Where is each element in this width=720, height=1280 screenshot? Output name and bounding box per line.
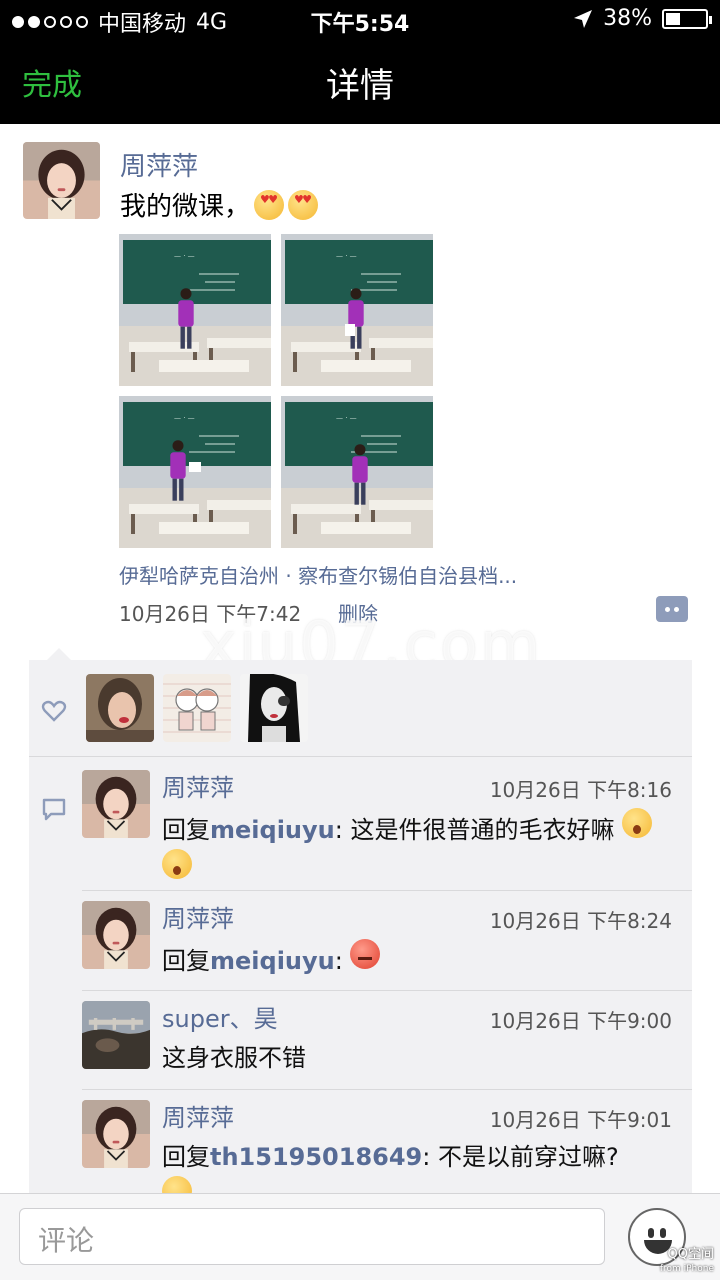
post-text: 我的微课， bbox=[120, 186, 319, 223]
heart-eyes-emoji-icon bbox=[288, 189, 319, 220]
liker-avatar[interactable] bbox=[163, 674, 231, 742]
page-title: 详情 bbox=[326, 66, 394, 106]
post-text-body: 我的微课， bbox=[120, 192, 251, 222]
liker-avatar[interactable] bbox=[240, 674, 308, 742]
reply-target[interactable]: th15195018649 bbox=[210, 1143, 422, 1171]
commenter-avatar[interactable] bbox=[82, 1001, 150, 1069]
comment-item[interactable]: 周萍萍 10月26日 下午9:01 回复th15195018649: 不是以前穿… bbox=[82, 1090, 692, 1206]
comment-item[interactable]: super、昊 10月26日 下午9:00 这身衣服不错 bbox=[82, 991, 692, 1090]
battery-percent: 38% bbox=[603, 6, 652, 31]
qq-zone-watermark: QQ空间 from iPhone bbox=[660, 1248, 714, 1276]
comment-body: : bbox=[334, 947, 351, 975]
comment-body: 这身衣服不错 bbox=[162, 1044, 306, 1072]
comment-input[interactable]: 评论 bbox=[19, 1208, 605, 1265]
location-arrow-icon bbox=[574, 9, 593, 28]
navigation-bar: 完成 详情 bbox=[0, 40, 720, 124]
commenter-avatar[interactable] bbox=[82, 901, 150, 969]
angry-emoji-icon bbox=[350, 939, 381, 969]
commenter-name[interactable]: 周萍萍 bbox=[162, 899, 234, 934]
reply-prefix: 回复 bbox=[162, 816, 210, 844]
comment-action-icon[interactable] bbox=[656, 596, 688, 622]
status-bar: 中国移动 4G 下午5:54 38% bbox=[0, 0, 720, 40]
heart-eyes-emoji-icon bbox=[254, 189, 285, 220]
comment-time: 10月26日 下午9:01 bbox=[489, 1108, 672, 1132]
battery-icon bbox=[662, 8, 712, 29]
dot bbox=[674, 607, 679, 612]
comment-time: 10月26日 下午8:24 bbox=[489, 909, 672, 933]
comment-body: : 不是以前穿过嘛? bbox=[422, 1143, 619, 1171]
interaction-panel: 周萍萍 10月26日 下午8:16 回复meiqiuyu: 这是件很普通的毛衣好… bbox=[29, 648, 692, 1206]
photo-grid bbox=[119, 234, 433, 548]
commenter-name[interactable]: super、昊 bbox=[162, 999, 278, 1034]
comment-time: 10月26日 下午9:00 bbox=[489, 1009, 672, 1033]
dot bbox=[665, 607, 670, 612]
moment-post: 周萍萍 我的微课， 伊犁哈萨克自治州 · 察布查尔锡伯自治县档... 10月26… bbox=[0, 124, 720, 664]
reply-prefix: 回复 bbox=[162, 1143, 210, 1171]
author-avatar[interactable] bbox=[23, 142, 100, 219]
commenter-name[interactable]: 周萍萍 bbox=[162, 768, 234, 803]
post-photo[interactable] bbox=[119, 396, 271, 548]
author-name[interactable]: 周萍萍 bbox=[120, 146, 198, 183]
comment-bar: 评论 QQ空间 from iPhone bbox=[0, 1193, 720, 1280]
post-photo[interactable] bbox=[119, 234, 271, 386]
post-location[interactable]: 伊犁哈萨克自治州 · 察布查尔锡伯自治县档... bbox=[119, 560, 517, 589]
qq-mark-sub: from iPhone bbox=[659, 1264, 714, 1274]
surprised-emoji-icon bbox=[162, 849, 192, 879]
surprised-emoji-icon bbox=[622, 808, 653, 838]
comment-item[interactable]: 周萍萍 10月26日 下午8:24 回复meiqiuyu: bbox=[82, 891, 692, 991]
status-right: 38% bbox=[573, 6, 712, 31]
comment-time: 10月26日 下午8:16 bbox=[489, 778, 672, 802]
divider bbox=[29, 756, 692, 757]
post-photo[interactable] bbox=[281, 234, 433, 386]
reply-target[interactable]: meiqiuyu bbox=[210, 816, 335, 844]
commenter-avatar[interactable] bbox=[82, 770, 150, 838]
commenter-name[interactable]: 周萍萍 bbox=[162, 1098, 234, 1133]
commenter-avatar[interactable] bbox=[82, 1100, 150, 1168]
reply-prefix: 回复 bbox=[162, 947, 210, 975]
post-photo[interactable] bbox=[281, 396, 433, 548]
comment-body: : 这是件很普通的毛衣好嘛 bbox=[334, 816, 615, 844]
qq-mark-title: QQ空间 bbox=[667, 1247, 714, 1262]
liker-avatar[interactable] bbox=[86, 674, 154, 742]
comment-item[interactable]: 周萍萍 10月26日 下午8:16 回复meiqiuyu: 这是件很普通的毛衣好… bbox=[82, 760, 692, 891]
comment-text: 回复meiqiuyu: bbox=[162, 939, 682, 980]
comment-text: 这身衣服不错 bbox=[162, 1039, 682, 1077]
reply-target[interactable]: meiqiuyu bbox=[210, 947, 335, 975]
comment-bubble-icon bbox=[41, 796, 67, 822]
heart-icon bbox=[41, 698, 67, 724]
comment-text: 回复meiqiuyu: 这是件很普通的毛衣好嘛 bbox=[162, 808, 682, 890]
